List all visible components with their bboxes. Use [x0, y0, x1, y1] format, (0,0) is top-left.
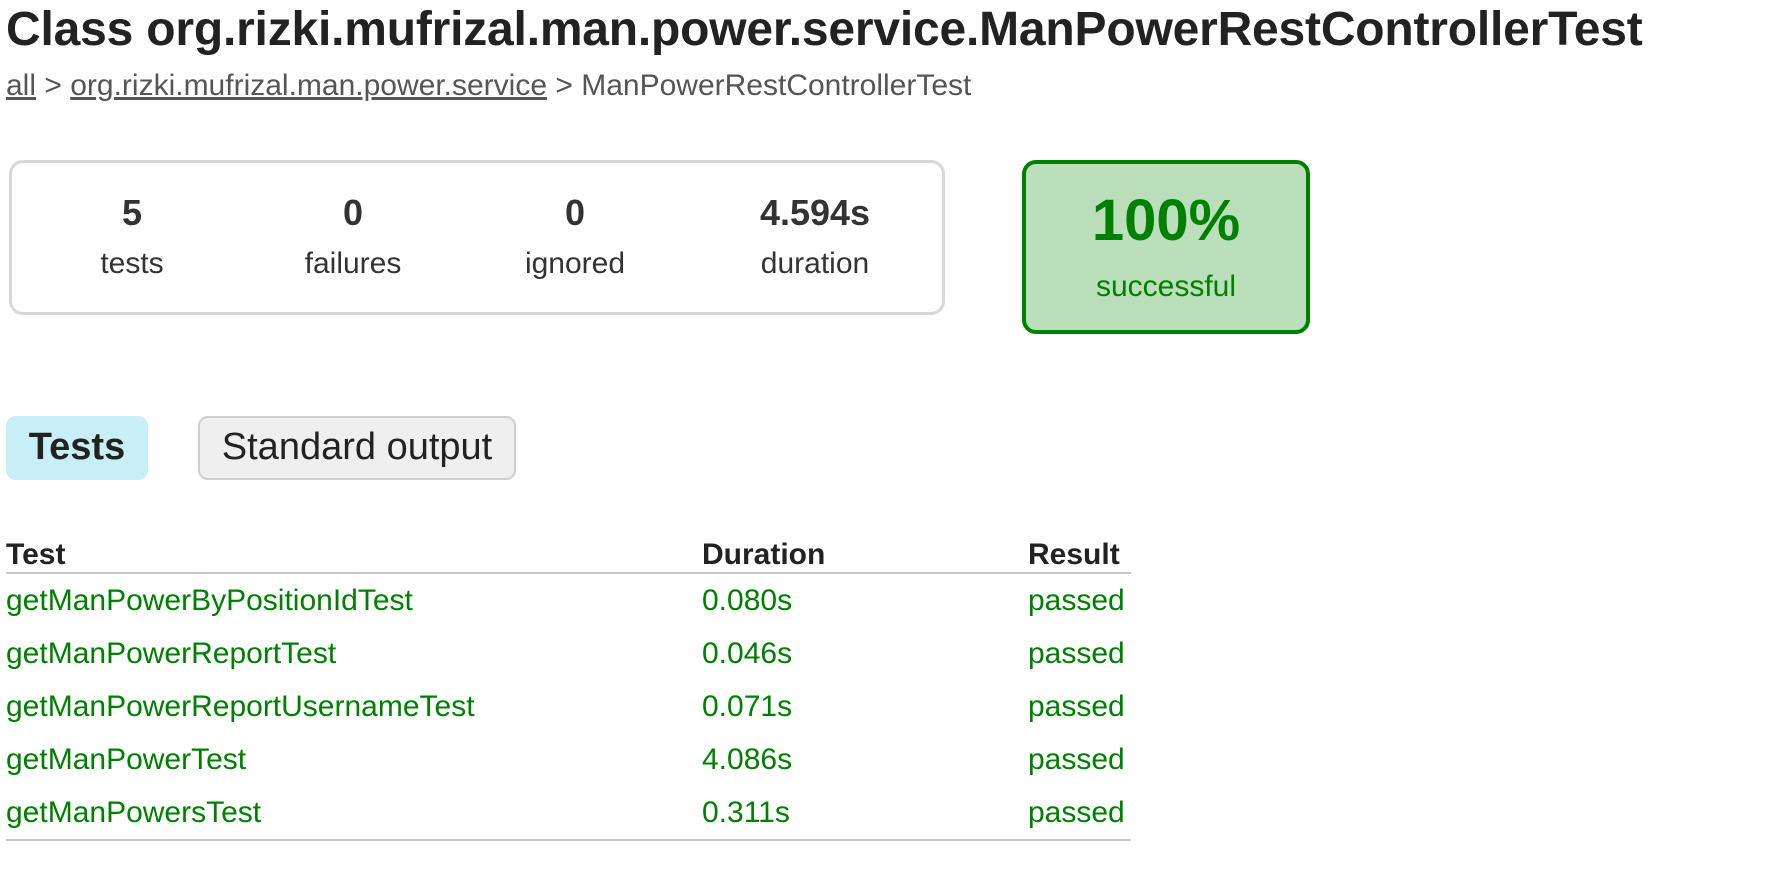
table-row: getManPowerReportTest 0.046s passed: [6, 627, 1131, 680]
test-result-cell: passed: [1028, 689, 1125, 723]
table-row: getManPowerReportUsernameTest 0.071s pas…: [6, 680, 1131, 733]
summary-counters: 5 tests 0 failures 0 ignored 4.594s dura…: [9, 160, 945, 315]
test-duration-cell: 0.046s: [702, 636, 793, 670]
test-result-cell: passed: [1028, 742, 1125, 776]
test-name-cell: getManPowerReportUsernameTest: [6, 689, 475, 723]
failures-label: failures: [304, 247, 402, 280]
table-header-row: Test Duration Result: [6, 530, 1131, 574]
test-result-cell: passed: [1028, 636, 1125, 670]
column-header-duration[interactable]: Duration: [702, 530, 1028, 574]
test-name-cell: getManPowerTest: [6, 742, 247, 776]
duration-value: 4.594s: [759, 192, 871, 233]
test-name-cell: getManPowersTest: [6, 786, 702, 841]
breadcrumb-separator: >: [36, 69, 71, 102]
page-title: Class org.rizki.mufrizal.man.power.servi…: [6, 3, 1643, 56]
test-duration-cell: 0.311s: [702, 786, 1028, 841]
test-duration-cell: 0.071s: [702, 689, 793, 723]
test-duration-cell: 0.080s: [702, 583, 793, 617]
ignored-count: 0: [564, 192, 586, 233]
counter-failures: 0 failures: [253, 193, 453, 281]
counter-tests: 5 tests: [32, 193, 232, 281]
tab-tests[interactable]: Tests: [6, 416, 148, 480]
tests-label: tests: [100, 247, 164, 280]
failures-count: 0: [342, 192, 364, 233]
table-row: getManPowerTest 4.086s passed: [6, 733, 1131, 786]
ignored-label: ignored: [524, 247, 626, 280]
breadcrumb-link-package[interactable]: org.rizki.mufrizal.man.power.service: [70, 69, 547, 102]
success-rate-label: successful: [1095, 270, 1237, 303]
success-rate-value: 100%: [1091, 188, 1241, 253]
duration-label: duration: [760, 247, 870, 280]
test-result-cell: passed: [1028, 786, 1131, 841]
summary-row: 5 tests 0 failures 0 ignored 4.594s dura…: [6, 160, 1776, 360]
test-name-cell: getManPowerByPositionIdTest: [6, 583, 413, 617]
table-row: getManPowersTest 0.311s passed: [6, 786, 1131, 841]
tab-bar: Tests Standard output: [6, 416, 1776, 480]
test-result-cell: passed: [1028, 583, 1125, 617]
test-report-page: Class org.rizki.mufrizal.man.power.servi…: [0, 0, 1776, 841]
breadcrumb-separator: >: [547, 69, 582, 102]
breadcrumb-link-all[interactable]: all: [6, 69, 36, 102]
tab-standard-output[interactable]: Standard output: [198, 416, 516, 480]
breadcrumb: all > org.rizki.mufrizal.man.power.servi…: [6, 68, 1776, 104]
table-row: getManPowerByPositionIdTest 0.080s passe…: [6, 573, 1131, 627]
column-header-result[interactable]: Result: [1028, 530, 1131, 574]
tests-count: 5: [121, 192, 143, 233]
counter-duration: 4.594s duration: [715, 193, 915, 281]
counter-ignored: 0 ignored: [475, 193, 675, 281]
tests-table: Test Duration Result getManPowerByPositi…: [6, 530, 1131, 841]
test-duration-cell: 4.086s: [702, 742, 793, 776]
breadcrumb-current: ManPowerRestControllerTest: [581, 69, 972, 102]
column-header-test[interactable]: Test: [6, 530, 702, 574]
success-rate-box: 100% successful: [1022, 160, 1310, 334]
test-name-cell: getManPowerReportTest: [6, 636, 337, 670]
